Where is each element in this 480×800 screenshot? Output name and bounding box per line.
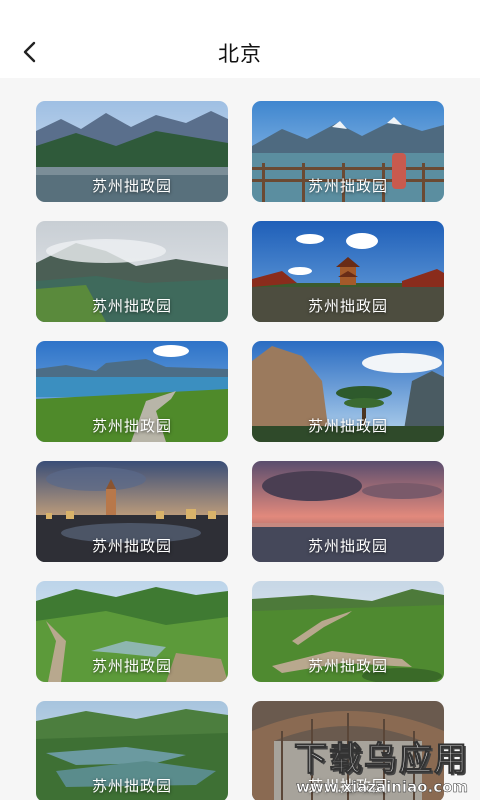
attraction-grid: 苏州拙政园 苏州拙政园 苏州拙政园 苏州拙政园 苏州拙政园 苏州拙政园 苏州拙政…: [36, 101, 444, 800]
watermark: 下载乌应用 www.xiazainiao.com: [286, 730, 480, 800]
attraction-card[interactable]: 苏州拙政园: [36, 341, 228, 442]
attraction-caption: 苏州拙政园: [91, 537, 172, 555]
attraction-caption: 苏州拙政园: [307, 417, 388, 435]
page-title: 北京: [218, 42, 262, 66]
attraction-card[interactable]: 苏州拙政园: [36, 101, 228, 202]
watermark-url: www.xiazainiao.com: [296, 778, 469, 797]
attraction-card[interactable]: 苏州拙政园: [252, 221, 444, 322]
attraction-caption: 苏州拙政园: [307, 657, 388, 675]
attraction-card[interactable]: 苏州拙政园: [36, 461, 228, 562]
attraction-card[interactable]: 苏州拙政园: [36, 701, 228, 800]
attraction-caption: 苏州拙政园: [307, 177, 388, 195]
attraction-caption: 苏州拙政园: [91, 777, 172, 795]
attraction-caption: 苏州拙政园: [307, 537, 388, 555]
attraction-card[interactable]: 苏州拙政园: [36, 581, 228, 682]
attraction-caption: 苏州拙政园: [91, 297, 172, 315]
attraction-card[interactable]: 苏州拙政园: [252, 341, 444, 442]
attraction-card[interactable]: 苏州拙政园: [252, 461, 444, 562]
attraction-card[interactable]: 苏州拙政园: [252, 581, 444, 682]
attraction-caption: 苏州拙政园: [91, 417, 172, 435]
attraction-card[interactable]: 苏州拙政园: [252, 101, 444, 202]
attraction-caption: 苏州拙政园: [91, 657, 172, 675]
top-bar: 北京: [0, 0, 480, 78]
attraction-caption: 苏州拙政园: [307, 297, 388, 315]
attraction-caption: 苏州拙政园: [91, 177, 172, 195]
watermark-title: 下载乌应用: [294, 739, 469, 779]
attraction-card[interactable]: 苏州拙政园: [36, 221, 228, 322]
